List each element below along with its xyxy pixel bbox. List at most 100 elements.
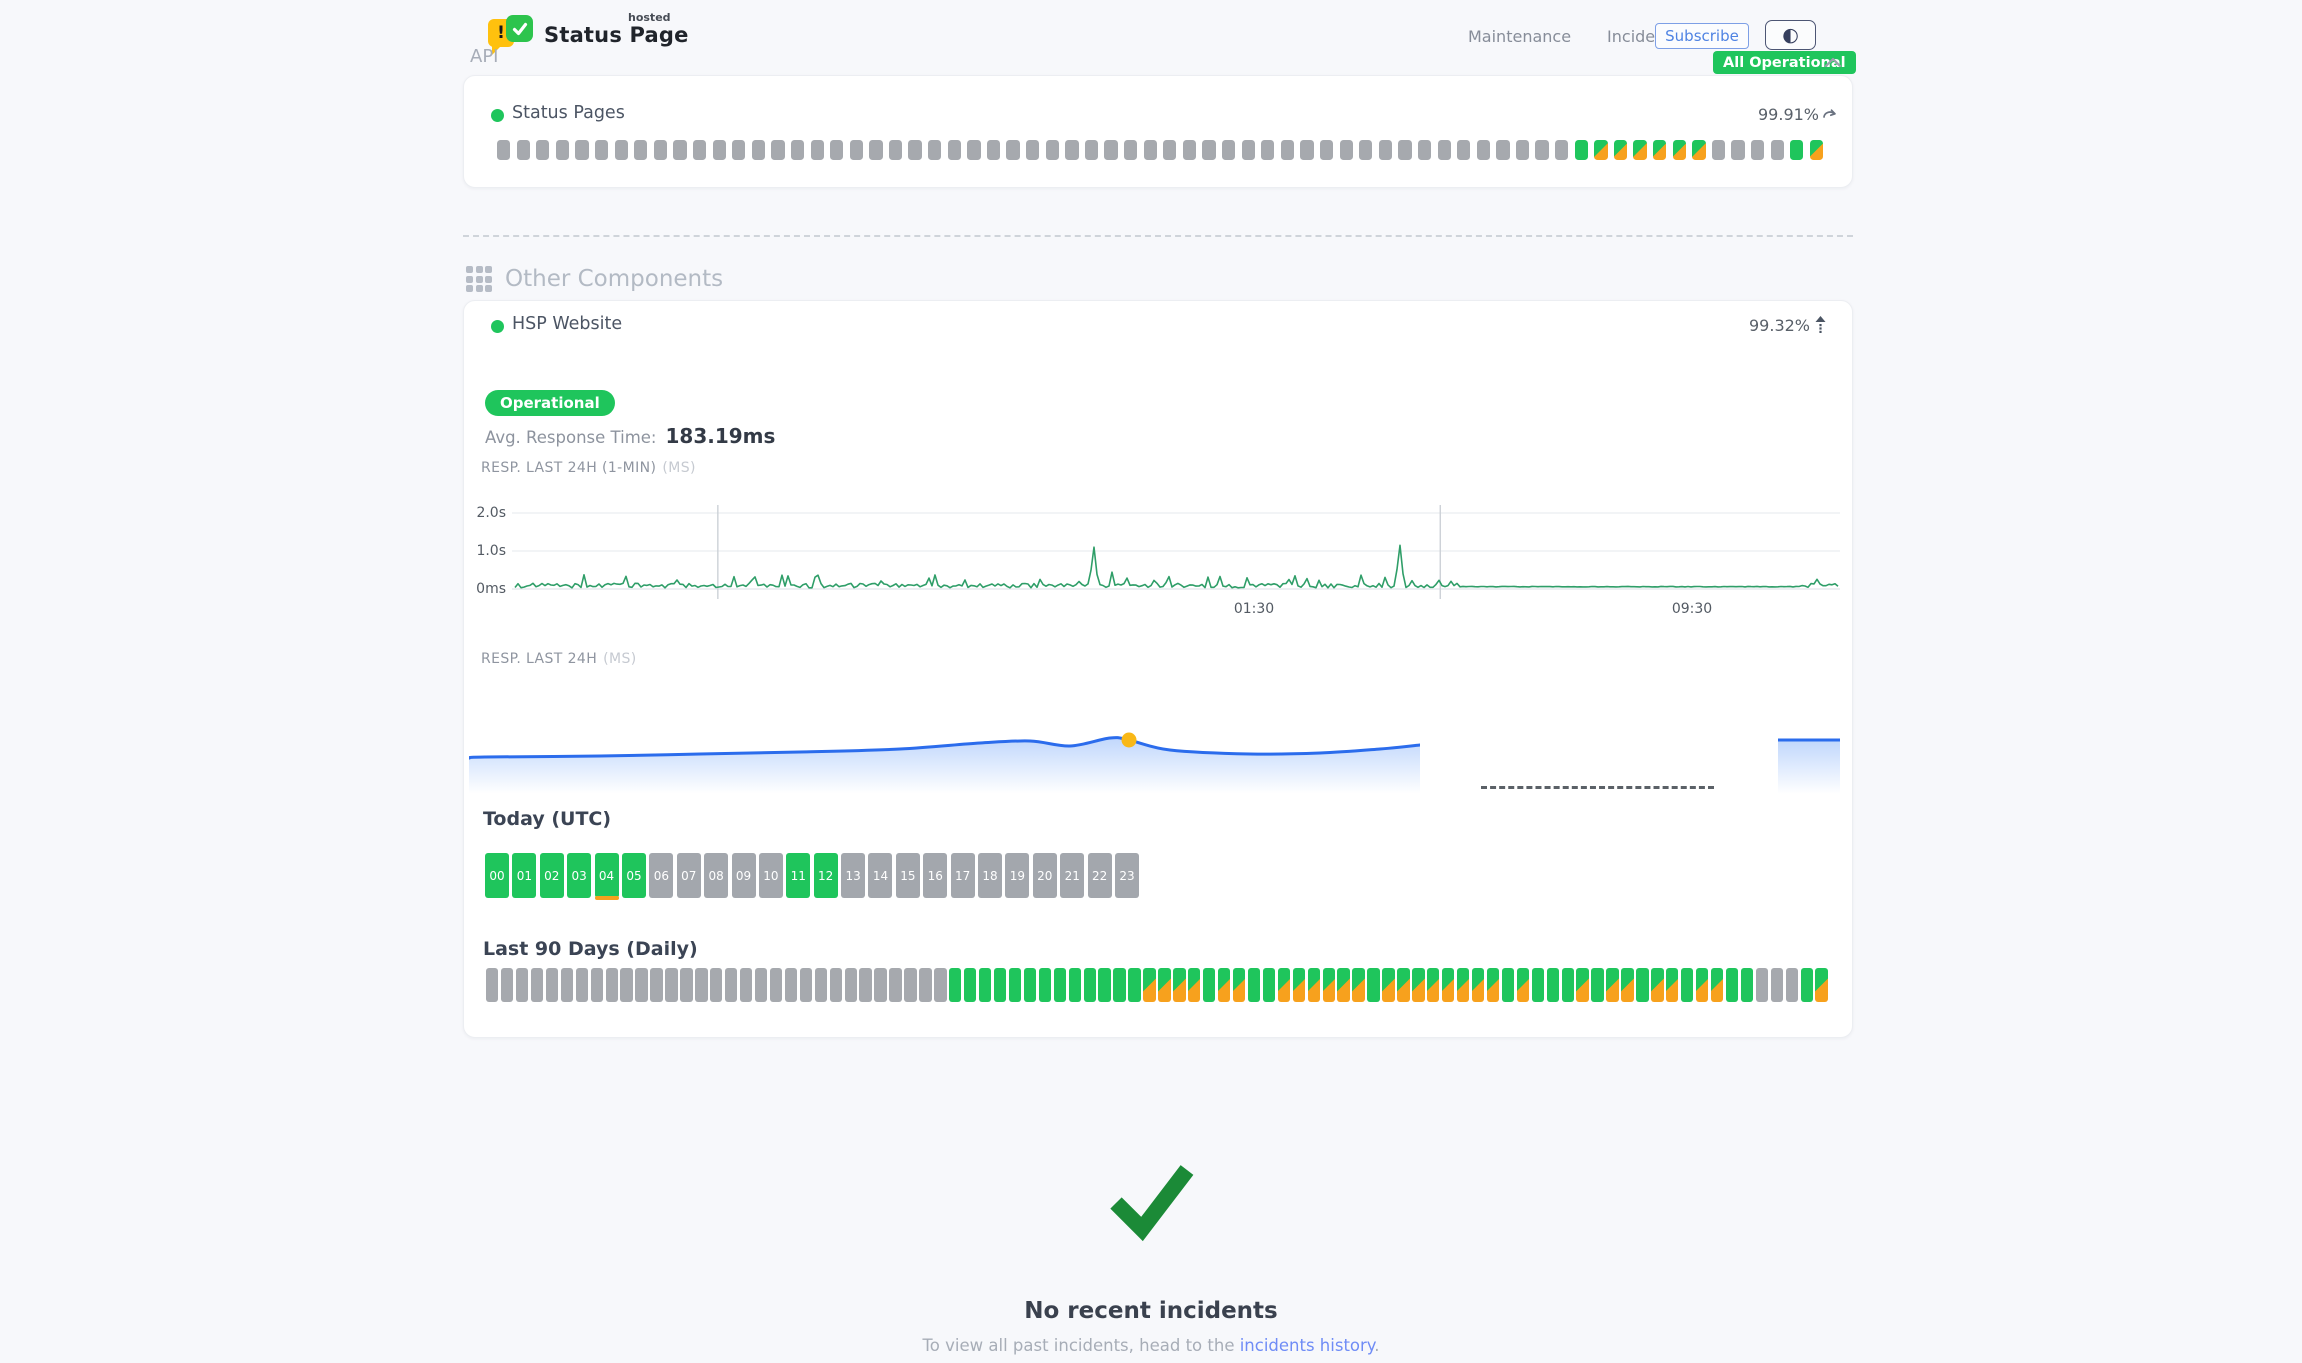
uptime-bar-nodata[interactable] — [908, 140, 921, 160]
uptime-bar-nodata[interactable] — [1300, 140, 1313, 160]
nav-link-maintenance[interactable]: Maintenance — [1468, 27, 1571, 46]
uptime-bar-partial[interactable] — [1621, 968, 1633, 1002]
uptime-bar-nodata[interactable] — [904, 968, 916, 1002]
uptime-bar-nodata[interactable] — [615, 140, 628, 160]
uptime-bar-nodata[interactable] — [1026, 140, 1039, 160]
app-logo[interactable]: ! Status Page hosted — [488, 12, 718, 60]
uptime-bar-nodata[interactable] — [576, 968, 588, 1002]
today-hour-cell[interactable]: 08 — [704, 853, 728, 898]
uptime-bar-nodata[interactable] — [1555, 140, 1568, 160]
today-hour-cell[interactable]: 07 — [677, 853, 701, 898]
uptime-bar-nodata[interactable] — [869, 140, 882, 160]
collapse-arrow-up-icon[interactable] — [1813, 314, 1828, 337]
uptime-bar-nodata[interactable] — [1183, 140, 1196, 160]
uptime-bar-nodata[interactable] — [635, 968, 647, 1002]
uptime-bar-up[interactable] — [1681, 968, 1693, 1002]
uptime-bar-up[interactable] — [964, 968, 976, 1002]
today-hour-cell[interactable]: 04 — [595, 853, 619, 898]
uptime-bar-nodata[interactable] — [517, 140, 530, 160]
uptime-bar-up[interactable] — [1039, 968, 1051, 1002]
uptime-bar-nodata[interactable] — [1202, 140, 1215, 160]
uptime-bar-nodata[interactable] — [561, 968, 573, 1002]
today-hour-cell[interactable]: 03 — [567, 853, 591, 898]
uptime-bar-nodata[interactable] — [1163, 140, 1176, 160]
uptime-bar-nodata[interactable] — [830, 140, 843, 160]
today-hour-cell[interactable]: 09 — [732, 853, 756, 898]
uptime-bar-nodata[interactable] — [606, 968, 618, 1002]
uptime-bar-partial[interactable] — [1614, 140, 1627, 160]
chart-marker-dot[interactable] — [1122, 733, 1137, 748]
today-hour-cell[interactable]: 15 — [896, 853, 920, 898]
uptime-bar-partial[interactable] — [1666, 968, 1678, 1002]
uptime-bar-up[interactable] — [1801, 968, 1813, 1002]
uptime-bar-up[interactable] — [1263, 968, 1275, 1002]
uptime-bar-nodata[interactable] — [725, 968, 737, 1002]
today-hour-cell[interactable]: 16 — [923, 853, 947, 898]
uptime-bar-nodata[interactable] — [967, 140, 980, 160]
uptime-bar-nodata[interactable] — [771, 140, 784, 160]
uptime-bar-nodata[interactable] — [1771, 140, 1784, 160]
uptime-bar-nodata[interactable] — [1046, 140, 1059, 160]
uptime-bar-up[interactable] — [1128, 968, 1140, 1002]
uptime-bar-nodata[interactable] — [755, 968, 767, 1002]
uptime-bar-partial[interactable] — [1673, 140, 1686, 160]
uptime-bar-partial[interactable] — [1576, 968, 1588, 1002]
uptime-bar-up[interactable] — [1069, 968, 1081, 1002]
uptime-bar-partial[interactable] — [1696, 968, 1708, 1002]
uptime-bar-nodata[interactable] — [1438, 140, 1451, 160]
uptime-bar-nodata[interactable] — [1104, 140, 1117, 160]
uptime-bar-nodata[interactable] — [850, 140, 863, 160]
uptime-bar-up[interactable] — [1009, 968, 1021, 1002]
uptime-bar-nodata[interactable] — [1065, 140, 1078, 160]
uptime-bar-nodata[interactable] — [497, 140, 510, 160]
uptime-bar-nodata[interactable] — [665, 968, 677, 1002]
uptime-bar-nodata[interactable] — [486, 968, 498, 1002]
uptime-bar-nodata[interactable] — [1359, 140, 1372, 160]
uptime-bar-up[interactable] — [1248, 968, 1260, 1002]
uptime-bar-nodata[interactable] — [695, 968, 707, 1002]
today-hour-cell[interactable]: 18 — [978, 853, 1002, 898]
uptime-bar-nodata[interactable] — [1006, 140, 1019, 160]
uptime-bar-partial[interactable] — [1651, 968, 1663, 1002]
uptime-bar-nodata[interactable] — [1242, 140, 1255, 160]
refresh-icon[interactable] — [1822, 106, 1839, 125]
uptime-bar-partial[interactable] — [1711, 968, 1723, 1002]
uptime-bar-nodata[interactable] — [501, 968, 513, 1002]
uptime-bar-nodata[interactable] — [1535, 140, 1548, 160]
uptime-bar-nodata[interactable] — [634, 140, 647, 160]
uptime-bar-partial[interactable] — [1293, 968, 1305, 1002]
uptime-bar-nodata[interactable] — [1418, 140, 1431, 160]
uptime-bar-partial[interactable] — [1427, 968, 1439, 1002]
uptime-bar-nodata[interactable] — [575, 140, 588, 160]
uptime-bar-partial[interactable] — [1472, 968, 1484, 1002]
uptime-bar-up[interactable] — [1591, 968, 1603, 1002]
uptime-bar-partial[interactable] — [1517, 968, 1529, 1002]
today-hour-cell[interactable]: 11 — [786, 853, 810, 898]
uptime-bar-partial[interactable] — [1143, 968, 1155, 1002]
uptime-bar-nodata[interactable] — [1751, 140, 1764, 160]
uptime-bar-up[interactable] — [1575, 140, 1588, 160]
uptime-bar-nodata[interactable] — [536, 140, 549, 160]
uptime-bar-up[interactable] — [979, 968, 991, 1002]
today-hour-cell[interactable]: 10 — [759, 853, 783, 898]
uptime-bar-nodata[interactable] — [516, 968, 528, 1002]
uptime-bar-nodata[interactable] — [620, 968, 632, 1002]
today-hour-cell[interactable]: 20 — [1033, 853, 1057, 898]
uptime-bar-nodata[interactable] — [693, 140, 706, 160]
uptime-bar-partial[interactable] — [1233, 968, 1245, 1002]
uptime-bar-up[interactable] — [1741, 968, 1753, 1002]
uptime-bar-nodata[interactable] — [732, 140, 745, 160]
uptime-bar-up[interactable] — [1562, 968, 1574, 1002]
uptime-bar-nodata[interactable] — [740, 968, 752, 1002]
today-hour-cell[interactable]: 02 — [540, 853, 564, 898]
uptime-bar-nodata[interactable] — [1786, 968, 1798, 1002]
uptime-bar-nodata[interactable] — [948, 140, 961, 160]
uptime-bar-partial[interactable] — [1188, 968, 1200, 1002]
uptime-bar-partial[interactable] — [1815, 968, 1827, 1002]
uptime-bar-nodata[interactable] — [680, 968, 692, 1002]
uptime-bar-nodata[interactable] — [800, 968, 812, 1002]
uptime-bar-up[interactable] — [1113, 968, 1125, 1002]
today-hour-cell[interactable]: 17 — [951, 853, 975, 898]
today-hour-cell[interactable]: 06 — [649, 853, 673, 898]
uptime-bar-nodata[interactable] — [874, 968, 886, 1002]
